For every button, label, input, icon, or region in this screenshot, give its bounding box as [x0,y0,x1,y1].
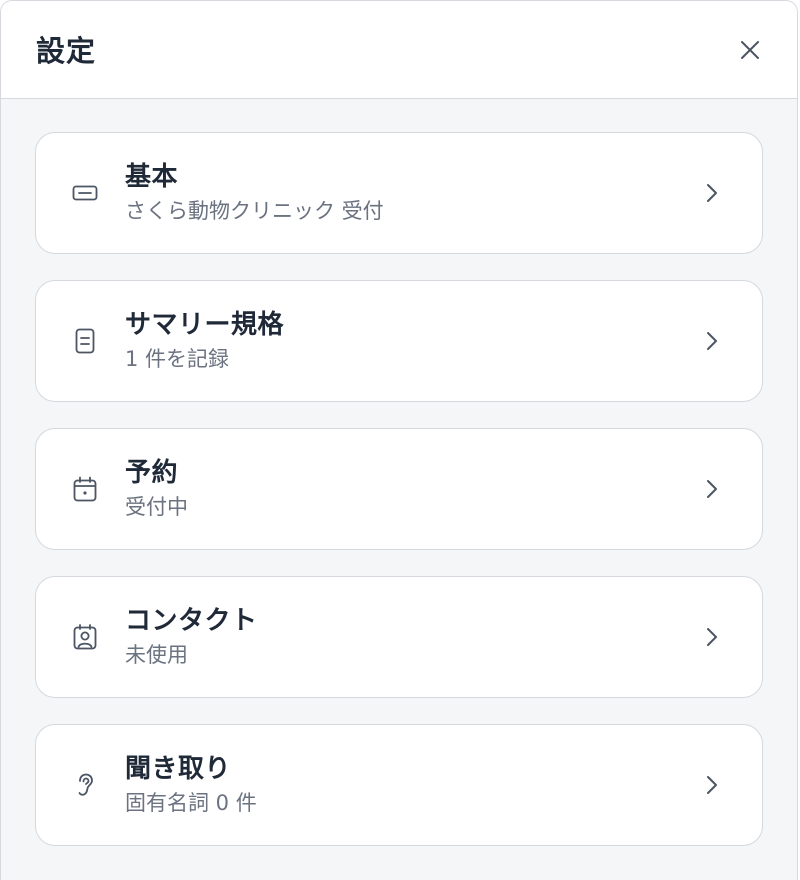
settings-item-title: 聞き取り [125,754,232,784]
settings-item-title: コンタクト [125,606,258,636]
close-button[interactable] [733,33,767,67]
chevron-right-icon [702,477,722,501]
settings-item-summary-format[interactable]: サマリー規格 1 件を記録 [35,280,763,402]
chevron-right-icon [702,329,722,353]
id-card-icon [70,178,100,208]
panel-header: 設定 [1,1,797,99]
settings-item-contact[interactable]: コンタクト 未使用 [35,576,763,698]
settings-item-reservation[interactable]: 予約 受付中 [35,428,763,550]
calendar-icon [70,474,100,504]
settings-item-text: 聞き取り 固有名詞 0 件 [125,752,702,818]
settings-item-subtitle: さくら動物クリニック 受付 [125,199,384,223]
settings-item-subtitle: 受付中 [125,495,188,519]
close-icon [741,40,759,59]
document-icon [70,326,100,356]
settings-item-subtitle: 固有名詞 0 件 [125,791,257,815]
settings-item-title: 予約 [125,458,179,488]
chevron-right-icon [702,625,722,649]
settings-item-hearing[interactable]: 聞き取り 固有名詞 0 件 [35,724,763,846]
settings-list: 基本 さくら動物クリニック 受付 サマリー規格 1 件を記録 予約 受付中 コン… [1,99,797,846]
settings-item-subtitle: 1 件を記録 [125,347,230,371]
settings-item-text: 予約 受付中 [125,456,702,522]
settings-item-title: 基本 [125,162,179,192]
settings-item-basic[interactable]: 基本 さくら動物クリニック 受付 [35,132,763,254]
page-title: 設定 [36,33,97,68]
ear-icon [70,770,100,800]
settings-item-title: サマリー規格 [125,310,285,340]
settings-item-text: サマリー規格 1 件を記録 [125,308,702,374]
settings-item-text: コンタクト 未使用 [125,604,702,670]
chevron-right-icon [702,773,722,797]
contact-icon [70,622,100,652]
settings-panel: 設定 基本 さくら動物クリニック 受付 サマリー規格 1 件を記録 予約 受付中… [0,0,798,880]
chevron-right-icon [702,181,722,205]
settings-item-text: 基本 さくら動物クリニック 受付 [125,160,702,226]
settings-item-subtitle: 未使用 [125,643,188,667]
